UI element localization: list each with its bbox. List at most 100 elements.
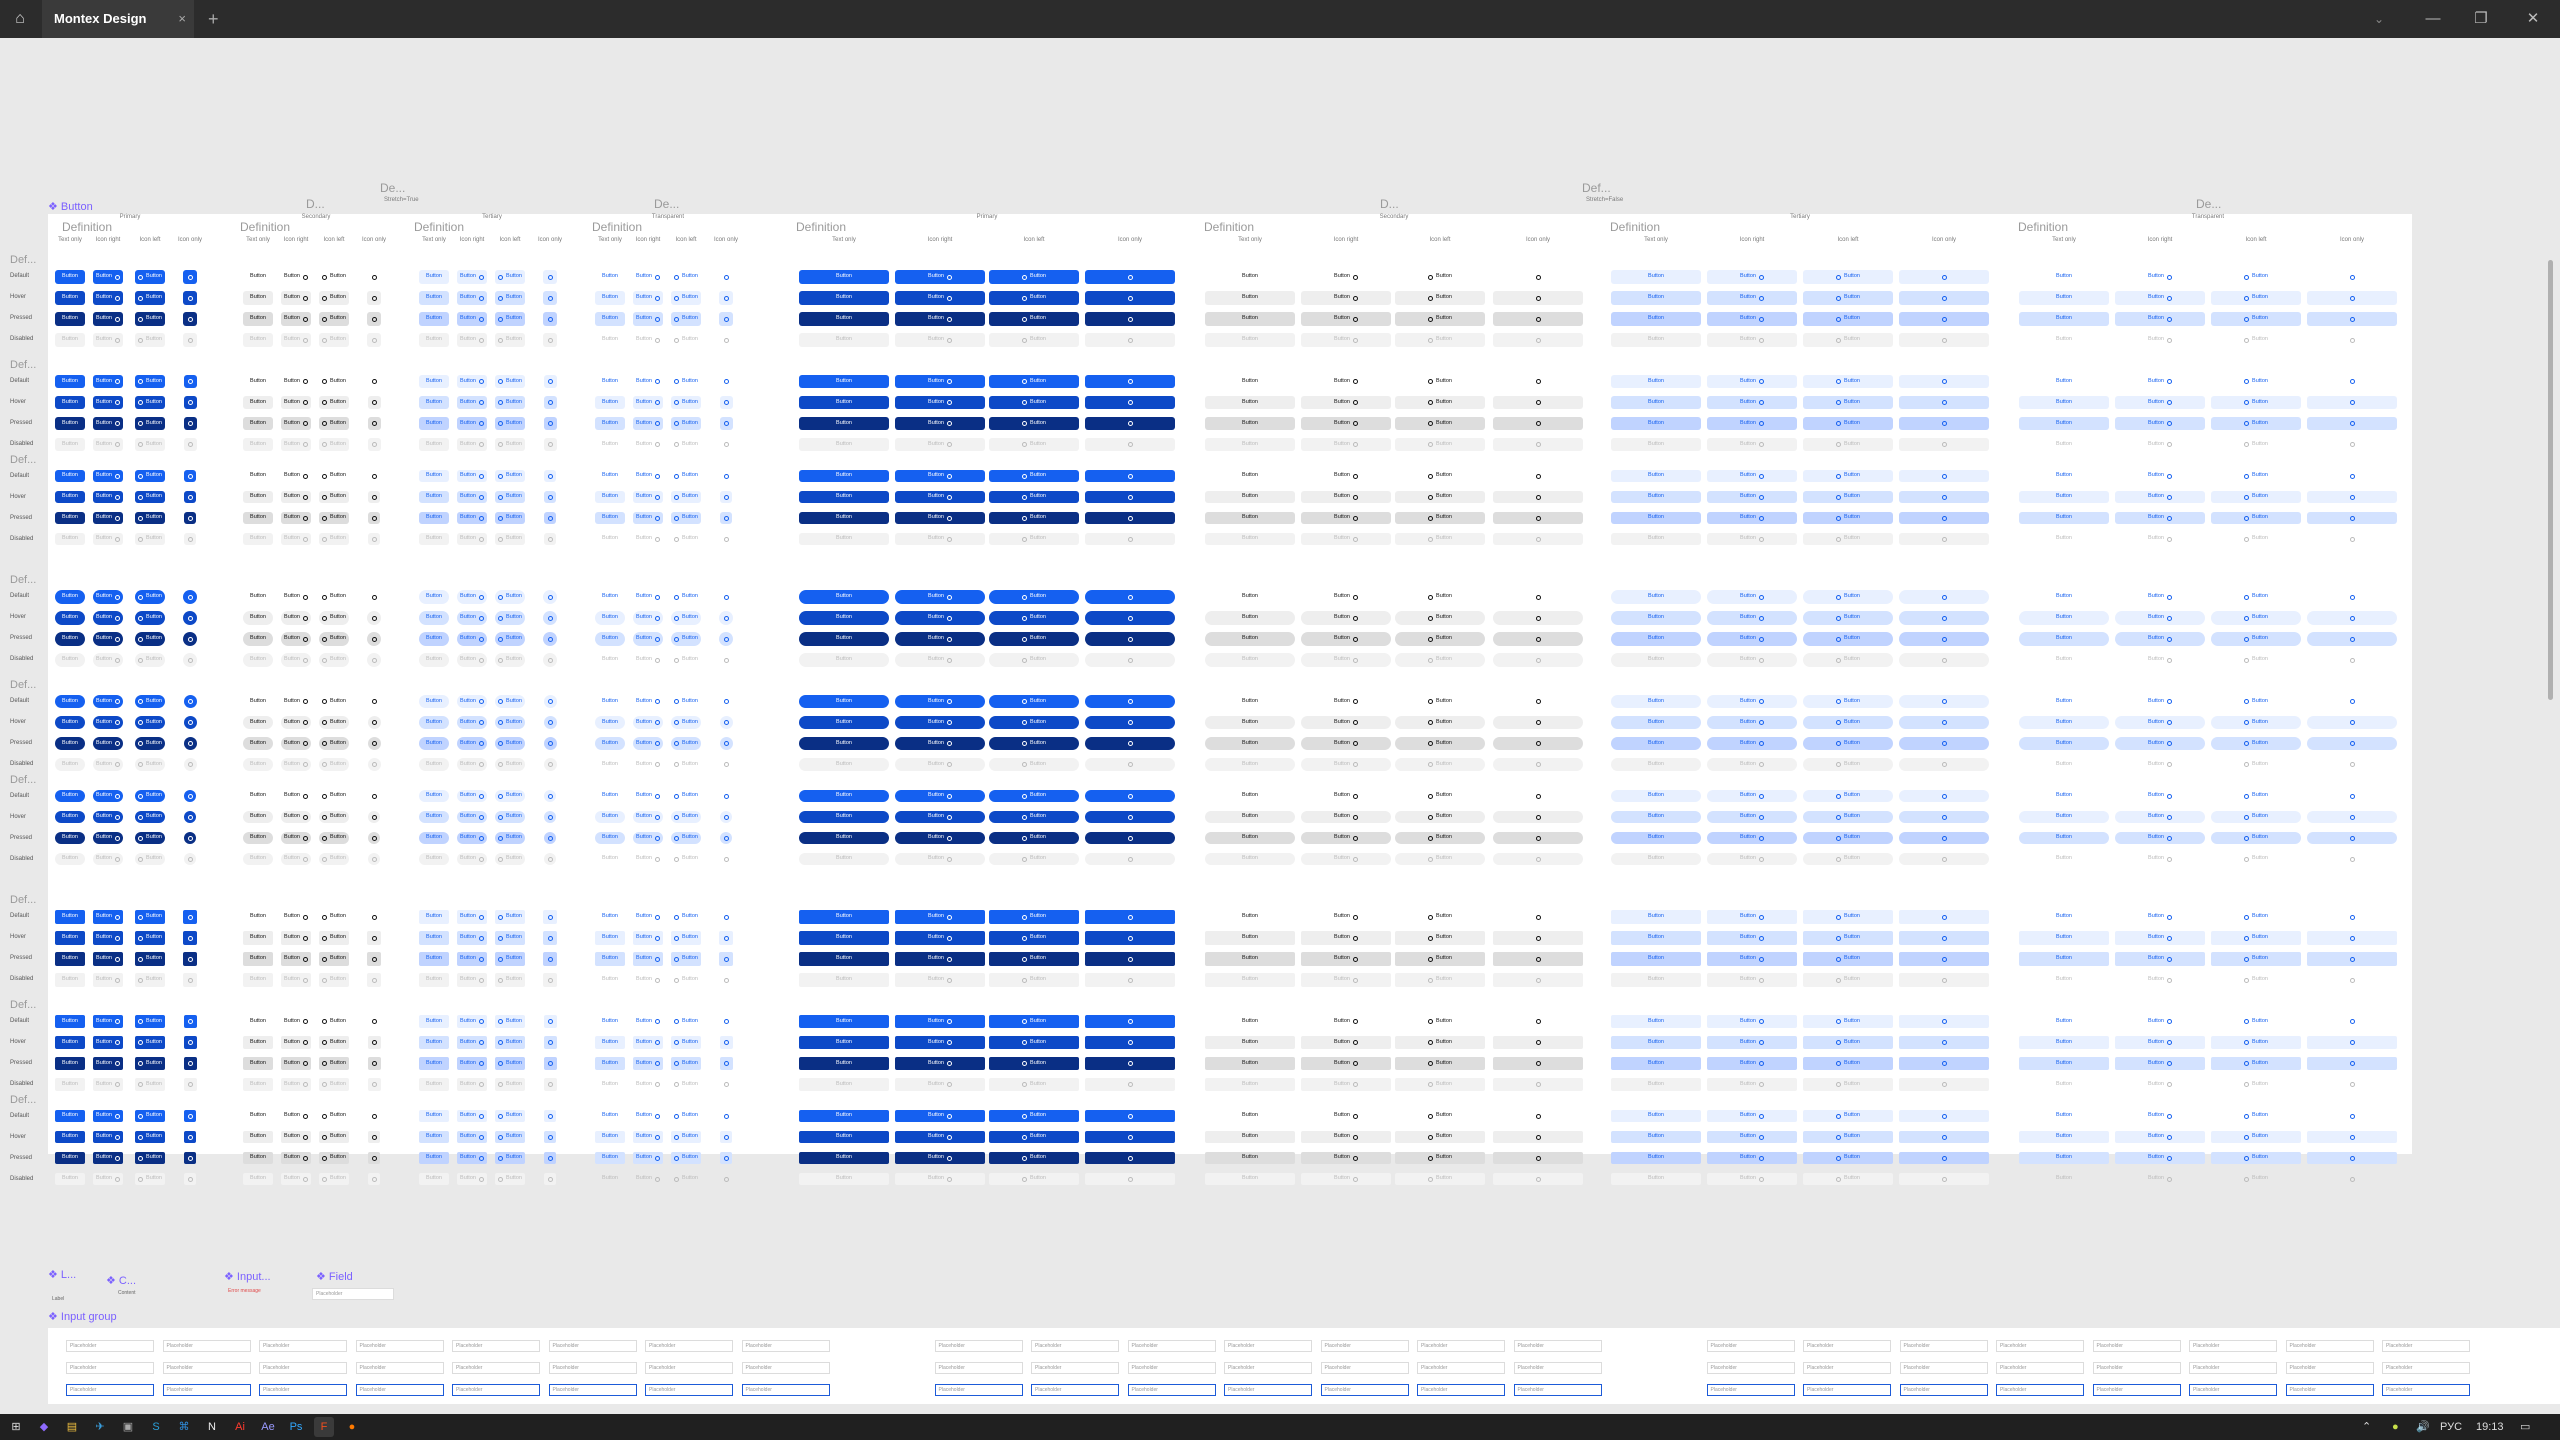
- button-variant[interactable]: Button: [633, 737, 663, 750]
- button-variant[interactable]: [720, 470, 732, 482]
- button-variant[interactable]: [720, 491, 732, 503]
- button-variant[interactable]: [1899, 811, 1989, 823]
- button-variant[interactable]: Button: [2115, 533, 2205, 545]
- button-variant[interactable]: Button: [135, 438, 165, 451]
- button-variant[interactable]: [184, 512, 196, 524]
- button-variant[interactable]: Button: [1611, 438, 1701, 451]
- button-variant[interactable]: Button: [1803, 375, 1893, 388]
- button-variant[interactable]: Button: [319, 1110, 349, 1122]
- firefox-icon[interactable]: ●: [342, 1417, 362, 1437]
- button-variant[interactable]: Button: [2115, 1110, 2205, 1122]
- button-variant[interactable]: [183, 1057, 197, 1070]
- button-variant[interactable]: [1493, 417, 1583, 430]
- button-variant[interactable]: Button: [989, 1152, 1079, 1164]
- button-variant[interactable]: [183, 396, 197, 409]
- button-variant[interactable]: Button: [55, 832, 85, 844]
- button-variant[interactable]: [720, 758, 733, 771]
- button-variant[interactable]: Button: [671, 590, 701, 604]
- input-group-field[interactable]: Placeholder: [934, 1340, 1023, 1352]
- button-variant[interactable]: [719, 632, 733, 646]
- button-variant[interactable]: Button: [419, 910, 449, 924]
- button-variant[interactable]: [184, 853, 196, 865]
- button-variant[interactable]: Button: [419, 533, 449, 545]
- button-variant[interactable]: Button: [2019, 716, 2109, 729]
- button-variant[interactable]: Button: [457, 470, 487, 482]
- button-variant[interactable]: Button: [1395, 910, 1485, 924]
- button-variant[interactable]: Button: [319, 853, 349, 865]
- button-variant[interactable]: Button: [2115, 396, 2205, 409]
- button-variant[interactable]: Button: [1301, 291, 1391, 305]
- button-variant[interactable]: Button: [1803, 1036, 1893, 1049]
- button-variant[interactable]: Button: [1611, 1110, 1701, 1122]
- button-variant[interactable]: [1899, 790, 1989, 802]
- button-variant[interactable]: Button: [2211, 1078, 2301, 1091]
- button-variant[interactable]: [544, 790, 556, 802]
- button-variant[interactable]: Button: [1803, 952, 1893, 966]
- button-variant[interactable]: Button: [671, 1078, 701, 1091]
- button-variant[interactable]: Button: [1205, 375, 1295, 388]
- button-variant[interactable]: Button: [1707, 1036, 1797, 1049]
- input-group-field[interactable]: Placeholder: [1031, 1362, 1119, 1374]
- button-variant[interactable]: Button: [1205, 790, 1295, 802]
- button-variant[interactable]: Button: [1205, 695, 1295, 708]
- button-variant[interactable]: Button: [989, 653, 1079, 667]
- button-variant[interactable]: Button: [281, 1078, 311, 1091]
- button-variant[interactable]: Button: [2115, 312, 2205, 326]
- button-variant[interactable]: Button: [2211, 438, 2301, 451]
- input-group-field[interactable]: Placeholder: [548, 1340, 637, 1352]
- button-variant[interactable]: Button: [319, 910, 349, 924]
- button-variant[interactable]: Button: [1707, 417, 1797, 430]
- button-variant[interactable]: Button: [319, 1036, 349, 1049]
- button-variant[interactable]: [1899, 533, 1989, 545]
- button-variant[interactable]: Button: [2019, 438, 2109, 451]
- button-variant[interactable]: [1085, 632, 1175, 646]
- button-variant[interactable]: [1085, 1110, 1175, 1122]
- button-variant[interactable]: Button: [243, 716, 273, 729]
- button-variant[interactable]: Button: [281, 653, 311, 667]
- button-variant[interactable]: Button: [319, 417, 349, 430]
- button-variant[interactable]: [2307, 832, 2397, 844]
- button-variant[interactable]: Button: [93, 333, 123, 347]
- button-variant[interactable]: [543, 737, 557, 750]
- button-variant[interactable]: Button: [895, 270, 985, 284]
- button-variant[interactable]: Button: [799, 611, 889, 625]
- button-variant[interactable]: Button: [1395, 1173, 1485, 1185]
- button-variant[interactable]: Button: [1301, 512, 1391, 524]
- button-variant[interactable]: Button: [93, 910, 123, 924]
- button-variant[interactable]: Button: [2211, 973, 2301, 987]
- button-variant[interactable]: [543, 417, 557, 430]
- button-variant[interactable]: Button: [1611, 270, 1701, 284]
- button-variant[interactable]: Button: [671, 375, 701, 388]
- button-variant[interactable]: Button: [55, 291, 85, 305]
- input-group-field[interactable]: Placeholder: [2092, 1384, 2181, 1396]
- button-variant[interactable]: Button: [1205, 470, 1295, 482]
- button-variant[interactable]: Button: [1611, 1152, 1701, 1164]
- button-variant[interactable]: [1085, 1015, 1175, 1028]
- button-variant[interactable]: Button: [457, 632, 487, 646]
- button-variant[interactable]: Button: [1301, 1057, 1391, 1070]
- button-variant[interactable]: [1085, 1152, 1175, 1164]
- clock[interactable]: 19:13: [2476, 1414, 2504, 1440]
- button-variant[interactable]: [543, 1015, 557, 1028]
- button-variant[interactable]: Button: [2115, 790, 2205, 802]
- button-variant[interactable]: Button: [989, 590, 1079, 604]
- button-variant[interactable]: Button: [1205, 512, 1295, 524]
- button-variant[interactable]: Button: [281, 312, 311, 326]
- button-variant[interactable]: Button: [457, 910, 487, 924]
- button-variant[interactable]: Button: [1803, 270, 1893, 284]
- button-variant[interactable]: Button: [799, 491, 889, 503]
- button-variant[interactable]: Button: [495, 1110, 525, 1122]
- button-variant[interactable]: Button: [457, 611, 487, 625]
- button-variant[interactable]: Button: [135, 1078, 165, 1091]
- button-variant[interactable]: Button: [55, 333, 85, 347]
- button-variant[interactable]: [544, 1110, 556, 1122]
- button-variant[interactable]: Button: [595, 811, 625, 823]
- button-variant[interactable]: [543, 716, 557, 729]
- button-variant[interactable]: [1493, 491, 1583, 503]
- button-variant[interactable]: Button: [1301, 973, 1391, 987]
- button-variant[interactable]: Button: [495, 1131, 525, 1143]
- input-group-field[interactable]: Placeholder: [741, 1362, 830, 1374]
- button-variant[interactable]: Button: [1611, 931, 1701, 945]
- button-variant[interactable]: Button: [1205, 1173, 1295, 1185]
- button-variant[interactable]: Button: [93, 737, 123, 750]
